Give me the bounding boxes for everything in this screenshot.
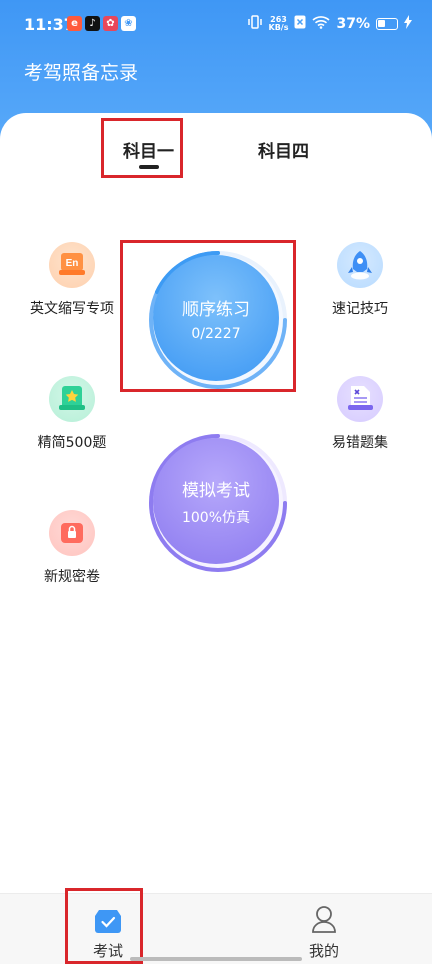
en-icon: En: [49, 242, 95, 288]
feature-label: 英文缩写专项: [30, 301, 114, 317]
mock-exam-title: 模拟考试: [182, 480, 250, 501]
battery-icon: [376, 18, 398, 30]
feature-simplified-500[interactable]: 精简500题: [17, 376, 127, 452]
notification-app-icon: ❀: [121, 16, 136, 31]
highlight-box-tab: [101, 118, 183, 178]
feature-new-rules-paper[interactable]: 新规密卷: [17, 510, 127, 586]
feature-label: 速记技巧: [332, 301, 388, 317]
person-icon: [284, 902, 364, 934]
rocket-icon: [337, 242, 383, 288]
feature-label: 精简500题: [37, 435, 107, 451]
mistake-doc-icon: [337, 376, 383, 422]
feature-label: 新规密卷: [44, 569, 100, 585]
status-bar: 11:37 e ♪ ✿ ❀ 263 KB/s 37%: [0, 0, 432, 50]
network-speed: 263 KB/s: [268, 15, 289, 32]
app-title: 考驾照备忘录: [24, 62, 139, 84]
star-box-icon: [49, 376, 95, 422]
tiktok-icon: ♪: [85, 16, 100, 31]
nav-mine[interactable]: 我的: [284, 902, 364, 961]
feature-memory-tips[interactable]: 速记技巧: [305, 242, 415, 318]
mock-exam-button[interactable]: 模拟考试 100%仿真: [153, 438, 279, 564]
battery-percent: 37%: [336, 16, 370, 32]
charging-icon: [404, 15, 412, 33]
mock-exam-subtitle: 100%仿真: [181, 509, 251, 526]
no-sim-icon: [294, 15, 306, 33]
highlight-box-nav: [65, 888, 143, 964]
tab-subject-four[interactable]: 科目四: [258, 137, 309, 162]
notification-app-icon: ✿: [103, 16, 118, 31]
feature-label: 易错题集: [332, 435, 388, 451]
vibrate-icon: [247, 15, 263, 33]
feature-english-abbreviations[interactable]: En 英文缩写专项: [17, 242, 127, 318]
svg-text:En: En: [66, 258, 79, 269]
lock-folder-icon: [49, 510, 95, 556]
status-indicators: 263 KB/s 37%: [247, 15, 412, 33]
highlight-box-practice: [120, 240, 296, 392]
wifi-icon: [312, 15, 331, 33]
notification-app-icon: e: [67, 16, 82, 31]
feature-mistake-collection[interactable]: 易错题集: [305, 376, 415, 452]
home-indicator: [130, 957, 302, 961]
